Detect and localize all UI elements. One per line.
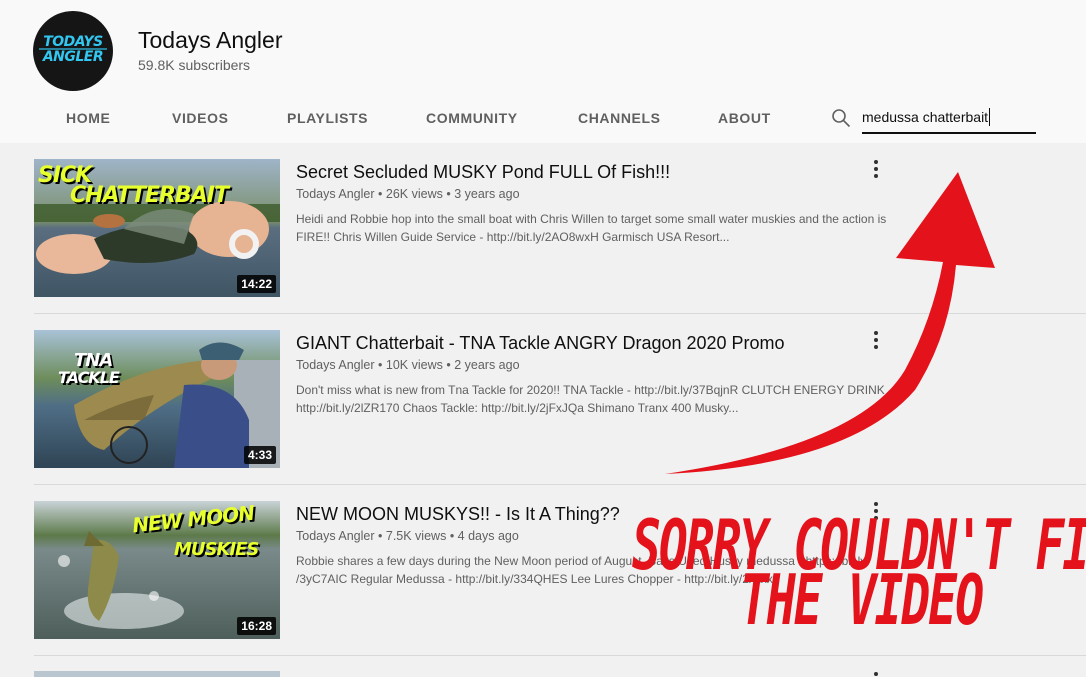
annotation-line-2: THE VIDEO bbox=[740, 560, 984, 642]
youtube-channel-page: TODAYS ANGLER Todays Angler 59.8K subscr… bbox=[0, 0, 1086, 677]
